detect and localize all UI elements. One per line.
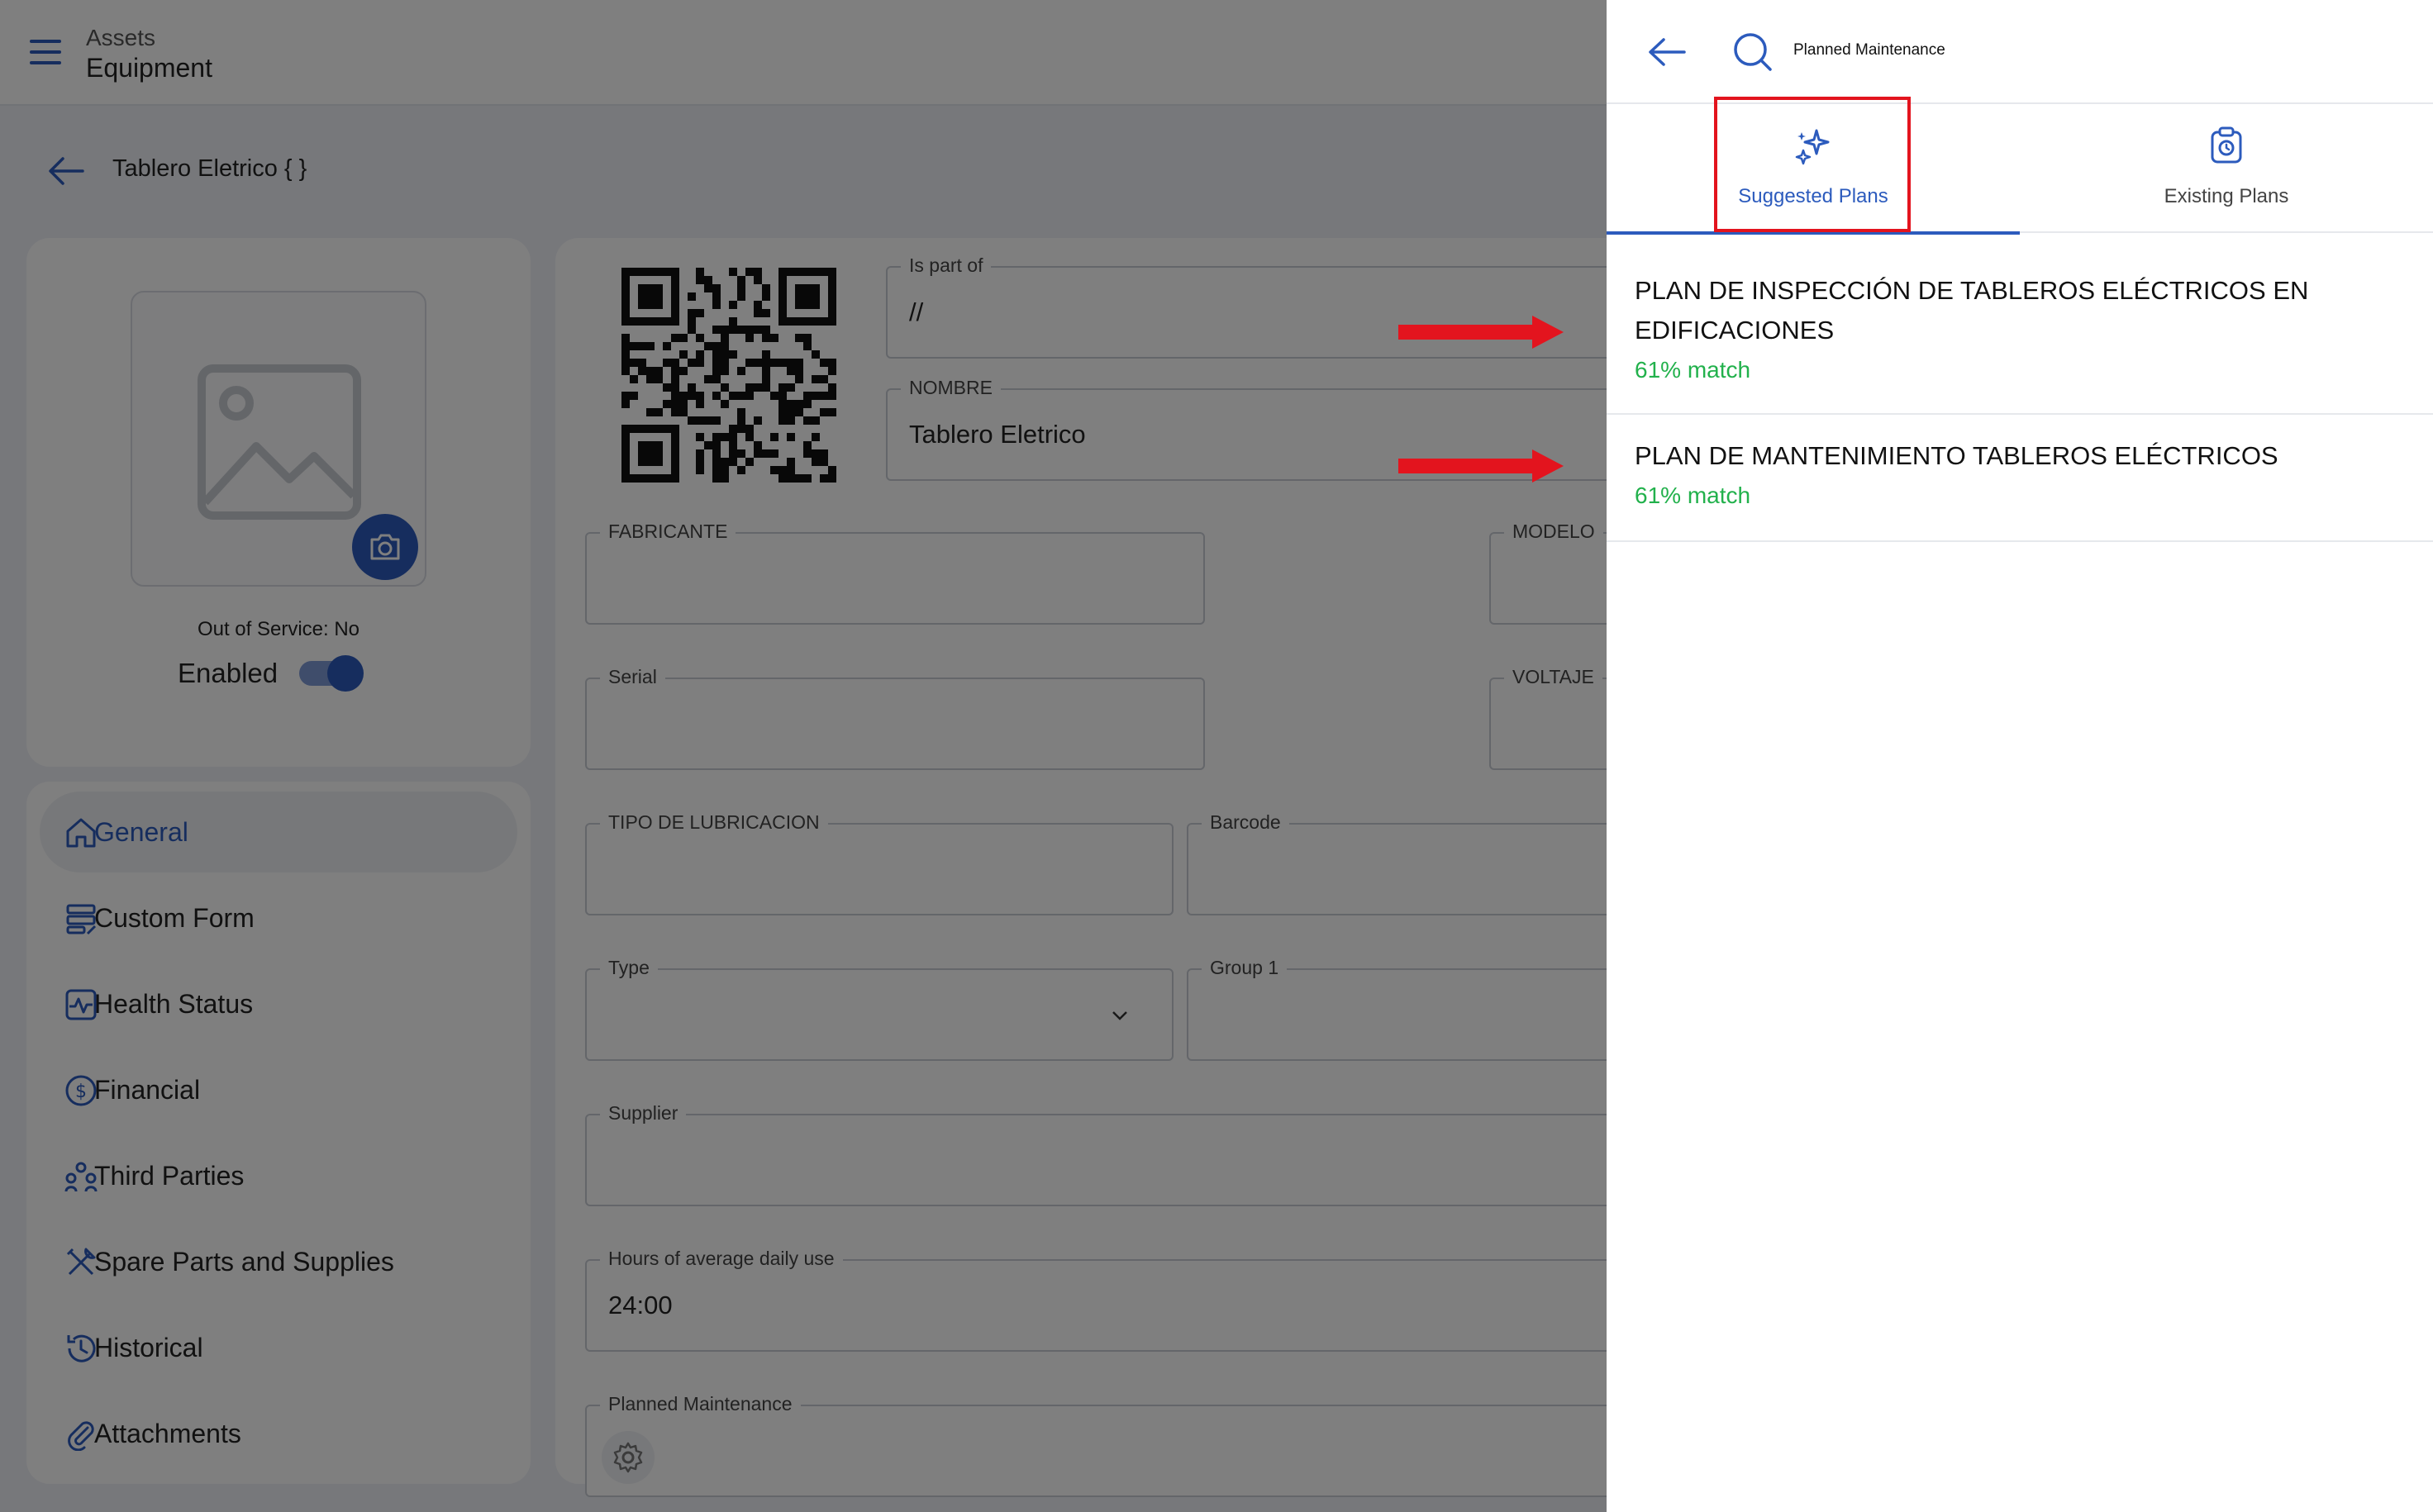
- clipboard-icon: [2211, 126, 2242, 164]
- plan-match-score: 61% match: [1635, 483, 1751, 508]
- tab-existing-plans[interactable]: Existing Plans: [2020, 104, 2433, 233]
- plan-match-score: 61% match: [1635, 357, 1751, 383]
- annotation-arrow-icon: [1398, 316, 1564, 349]
- drawer-header: Planned Maintenance: [1607, 0, 2433, 104]
- annotation-arrow-icon: [1398, 449, 1564, 483]
- search-icon[interactable]: [1732, 31, 1774, 73]
- tab-label: Existing Plans: [2164, 185, 2289, 207]
- suggested-plan-item[interactable]: PLAN DE INSPECCIÓN DE TABLEROS ELÉCTRICO…: [1607, 233, 2433, 415]
- drawer-title: Planned Maintenance: [1793, 41, 1945, 59]
- plan-title: PLAN DE INSPECCIÓN DE TABLEROS ELÉCTRICO…: [1635, 276, 2309, 345]
- annotation-highlight-box: [1714, 97, 1911, 232]
- back-arrow-icon[interactable]: [1648, 36, 1686, 68]
- modal-backdrop[interactable]: [0, 0, 1607, 1512]
- plan-title: PLAN DE MANTENIMIENTO TABLEROS ELÉCTRICO…: [1635, 441, 2278, 470]
- suggested-plan-item[interactable]: PLAN DE MANTENIMIENTO TABLEROS ELÉCTRICO…: [1607, 415, 2433, 542]
